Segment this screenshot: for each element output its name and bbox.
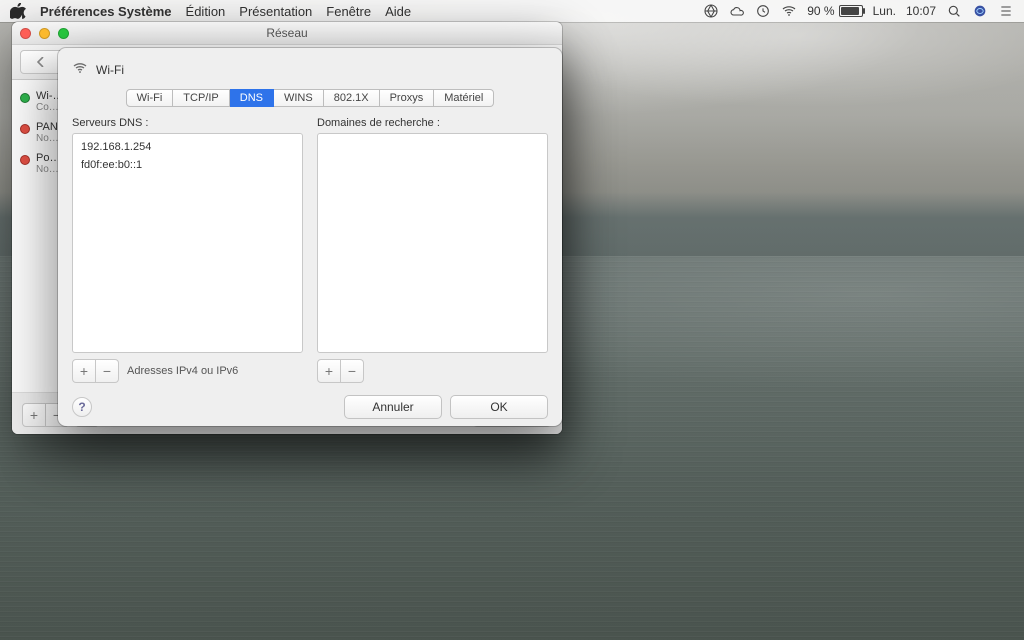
app-menu[interactable]: Préférences Système — [40, 4, 172, 19]
timemachine-icon[interactable] — [755, 3, 771, 19]
sidebar-item-title: Po… — [36, 152, 60, 164]
window-title: Réseau — [12, 26, 562, 40]
cloud-icon[interactable] — [729, 3, 745, 19]
minimize-window-button[interactable] — [39, 28, 50, 39]
tab-dns[interactable]: DNS — [230, 89, 274, 107]
notification-center-icon[interactable] — [998, 3, 1014, 19]
tab-proxys[interactable]: Proxys — [380, 89, 435, 107]
siri-icon[interactable] — [972, 3, 988, 19]
tab-tcpip[interactable]: TCP/IP — [173, 89, 229, 107]
zoom-window-button[interactable] — [58, 28, 69, 39]
spotlight-icon[interactable] — [946, 3, 962, 19]
back-button[interactable] — [20, 50, 62, 74]
menu-help[interactable]: Aide — [385, 4, 411, 19]
remove-search-domain-button[interactable]: − — [341, 359, 364, 383]
dns-entry[interactable]: fd0f:ee:b0::1 — [79, 156, 296, 174]
clock-time[interactable]: 10:07 — [906, 4, 936, 18]
window-titlebar[interactable]: Réseau — [12, 22, 562, 45]
status-dot — [20, 93, 30, 103]
aperture-icon[interactable] — [703, 3, 719, 19]
ipv-hint: Adresses IPv4 ou IPv6 — [127, 365, 238, 377]
tab-wins[interactable]: WINS — [274, 89, 324, 107]
search-domains-list[interactable] — [317, 133, 548, 353]
battery-percent-text: 90 — [807, 4, 834, 18]
close-window-button[interactable] — [20, 28, 31, 39]
tab-matriel[interactable]: Matériel — [434, 89, 494, 107]
add-interface-button[interactable]: + — [22, 403, 46, 427]
dns-servers-list[interactable]: 192.168.1.254fd0f:ee:b0::1 — [72, 133, 303, 353]
sidebar-item-subtitle: No… — [36, 164, 60, 175]
tab-wifi[interactable]: Wi-Fi — [126, 89, 174, 107]
menu-presentation[interactable]: Présentation — [239, 4, 312, 19]
clock-day[interactable]: Lun. — [873, 4, 896, 18]
menubar: Préférences Système Édition Présentation… — [0, 0, 1024, 22]
cancel-button[interactable]: Annuler — [344, 395, 442, 419]
add-search-domain-button[interactable]: + — [317, 359, 341, 383]
dns-entry[interactable]: 192.168.1.254 — [79, 138, 296, 156]
sheet-help-button[interactable]: ? — [72, 397, 92, 417]
ok-button[interactable]: OK — [450, 395, 548, 419]
menu-window[interactable]: Fenêtre — [326, 4, 371, 19]
add-dns-button[interactable]: + — [72, 359, 96, 383]
remove-dns-button[interactable]: − — [96, 359, 119, 383]
dns-servers-label: Serveurs DNS : — [72, 117, 303, 129]
wifi-advanced-sheet: Wi-Fi Wi-FiTCP/IPDNSWINS802.1XProxysMaté… — [58, 48, 562, 426]
status-dot — [20, 155, 30, 165]
advanced-tabs: Wi-FiTCP/IPDNSWINS802.1XProxysMatériel — [72, 89, 548, 107]
tab-8021x[interactable]: 802.1X — [324, 89, 380, 107]
menu-edit[interactable]: Édition — [186, 4, 226, 19]
wifi-sheet-icon — [72, 60, 88, 79]
status-dot — [20, 124, 30, 134]
apple-menu-icon[interactable] — [10, 3, 26, 19]
battery-indicator[interactable]: 90 — [807, 4, 862, 18]
search-domains-label: Domaines de recherche : — [317, 117, 548, 129]
wifi-icon[interactable] — [781, 3, 797, 19]
sheet-heading: Wi-Fi — [96, 63, 124, 77]
